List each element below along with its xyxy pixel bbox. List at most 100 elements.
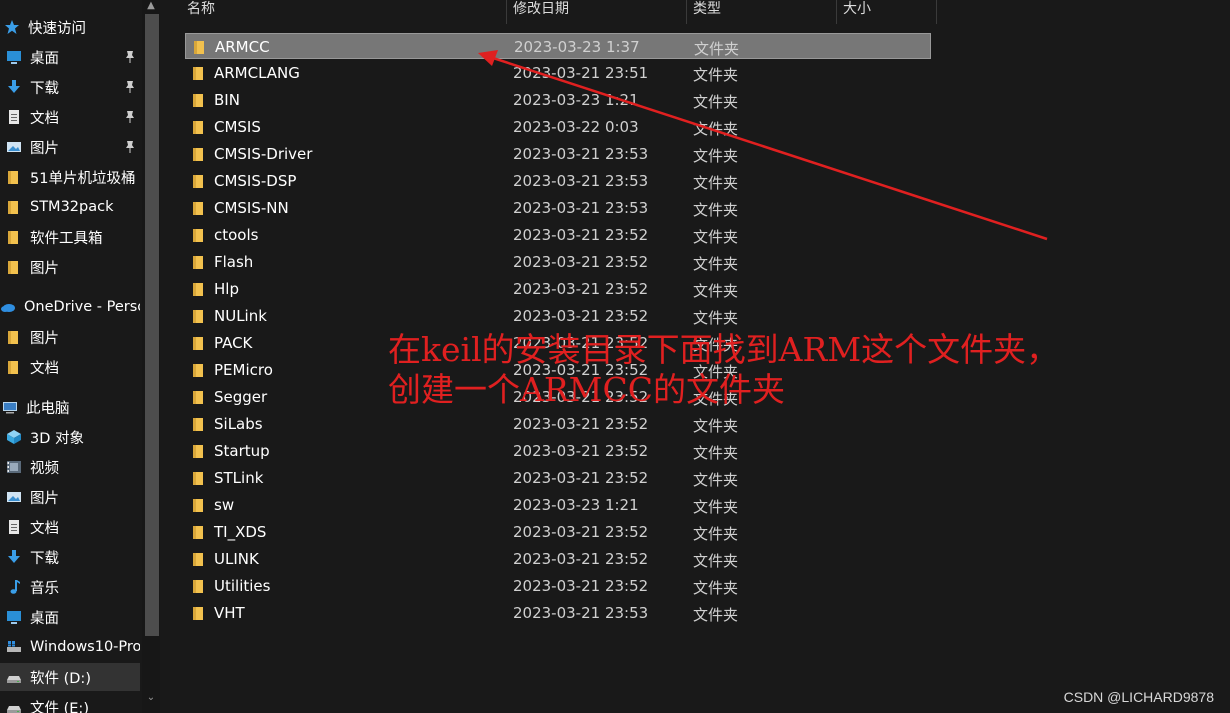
music-icon	[6, 579, 22, 595]
file-row[interactable]: SiLabs 2023-03-21 23:52 文件夹	[185, 411, 931, 437]
nav-item[interactable]: 软件工具箱	[0, 223, 140, 251]
file-row[interactable]: CMSIS 2023-03-22 0:03 文件夹	[185, 114, 931, 140]
sidebar-scrollbar[interactable]: ▲ ⌄	[142, 0, 160, 713]
nav-item[interactable]: 3D 对象	[0, 423, 140, 451]
file-row[interactable]: PACK 2023-03-21 23:52 文件夹	[185, 330, 931, 356]
scrollbar-thumb[interactable]	[145, 14, 159, 636]
file-row[interactable]: Utilities 2023-03-21 23:52 文件夹	[185, 573, 931, 599]
scroll-up-icon[interactable]: ▲	[145, 0, 157, 12]
folder-icon	[191, 551, 207, 567]
pin-icon	[124, 140, 136, 154]
nav-item-label: 3D 对象	[30, 430, 84, 447]
nav-item[interactable]: Windows10-Pro	[0, 633, 140, 661]
file-row[interactable]: CMSIS-DSP 2023-03-21 23:53 文件夹	[185, 168, 931, 194]
folder-icon	[191, 389, 207, 405]
folder-icon	[191, 281, 207, 297]
nav-item[interactable]: 桌面	[0, 43, 140, 71]
nav-item[interactable]: 文件 (E:)	[0, 693, 140, 713]
file-type: 文件夹	[693, 579, 739, 597]
download-icon	[6, 549, 22, 565]
file-date: 2023-03-21 23:52	[513, 469, 649, 487]
nav-item[interactable]: 下载	[0, 73, 140, 101]
file-name: Hlp	[214, 280, 239, 298]
column-header-name[interactable]: 名称	[181, 0, 507, 24]
nav-item[interactable]: 此电脑	[0, 393, 140, 421]
column-header-size[interactable]: 大小	[837, 0, 937, 24]
file-row[interactable]: ctools 2023-03-21 23:52 文件夹	[185, 222, 931, 248]
file-type: 文件夹	[693, 552, 739, 570]
folder-icon	[191, 578, 207, 594]
file-date: 2023-03-22 0:03	[513, 118, 639, 136]
video-icon	[6, 459, 22, 475]
file-row[interactable]: BIN 2023-03-23 1:21 文件夹	[185, 87, 931, 113]
nav-item-label: 图片	[30, 490, 59, 507]
nav-item[interactable]: 图片	[0, 483, 140, 511]
folder-icon	[6, 359, 22, 375]
nav-item-label: 图片	[30, 140, 59, 157]
nav-item[interactable]: 软件 (D:)	[0, 663, 140, 691]
nav-item[interactable]: 视频	[0, 453, 140, 481]
nav-item[interactable]: 快速访问	[0, 13, 140, 41]
scroll-down-icon[interactable]: ⌄	[145, 692, 157, 704]
file-row[interactable]: TI_XDS 2023-03-21 23:52 文件夹	[185, 519, 931, 545]
nav-item[interactable]: 桌面	[0, 603, 140, 631]
file-row[interactable]: Flash 2023-03-21 23:52 文件夹	[185, 249, 931, 275]
nav-item-label: 桌面	[30, 610, 59, 627]
nav-item[interactable]: 文档	[0, 513, 140, 541]
file-type: 文件夹	[693, 147, 739, 165]
nav-item[interactable]: 51单片机垃圾桶	[0, 163, 140, 191]
pin-icon	[124, 80, 136, 94]
nav-item-label: 音乐	[30, 580, 59, 597]
file-row[interactable]: sw 2023-03-23 1:21 文件夹	[185, 492, 931, 518]
file-date: 2023-03-21 23:52	[513, 226, 649, 244]
nav-item[interactable]: OneDrive - Personal	[0, 293, 140, 321]
nav-item[interactable]: 图片	[0, 133, 140, 161]
file-date: 2023-03-21 23:52	[513, 388, 649, 406]
file-name: Startup	[214, 442, 270, 460]
nav-item-label: 文档	[30, 360, 59, 377]
pin-icon	[124, 50, 136, 64]
file-row[interactable]: VHT 2023-03-21 23:53 文件夹	[185, 600, 931, 626]
nav-item[interactable]: 文档	[0, 353, 140, 381]
file-row[interactable]: Segger 2023-03-21 23:52 文件夹	[185, 384, 931, 410]
file-date: 2023-03-21 23:53	[513, 172, 649, 190]
folder-icon	[191, 497, 207, 513]
file-row[interactable]: CMSIS-Driver 2023-03-21 23:53 文件夹	[185, 141, 931, 167]
nav-item[interactable]: 文档	[0, 103, 140, 131]
nav-item[interactable]: 音乐	[0, 573, 140, 601]
column-header-type[interactable]: 类型	[687, 0, 837, 24]
desktop-icon	[6, 49, 22, 65]
file-name: ULINK	[214, 550, 259, 568]
nav-item[interactable]: STM32pack	[0, 193, 140, 221]
computer-icon	[2, 399, 18, 415]
folder-icon	[6, 229, 22, 245]
column-header-date[interactable]: 修改日期	[507, 0, 687, 24]
column-header-bar: 名称 修改日期 类型 大小	[162, 0, 1230, 24]
folder-icon	[6, 169, 22, 185]
file-row[interactable]: ARMCLANG 2023-03-21 23:51 文件夹	[185, 60, 931, 86]
file-row[interactable]: PEMicro 2023-03-21 23:52 文件夹	[185, 357, 931, 383]
file-row[interactable]: STLink 2023-03-21 23:52 文件夹	[185, 465, 931, 491]
nav-item-label: OneDrive - Personal	[24, 299, 140, 315]
file-row[interactable]: NULink 2023-03-21 23:52 文件夹	[185, 303, 931, 329]
folder-icon	[191, 227, 207, 243]
file-row[interactable]: Startup 2023-03-21 23:52 文件夹	[185, 438, 931, 464]
file-row[interactable]: Hlp 2023-03-21 23:52 文件夹	[185, 276, 931, 302]
nav-item[interactable]: 下载	[0, 543, 140, 571]
nav-item-label: 视频	[30, 460, 59, 477]
file-row[interactable]: CMSIS-NN 2023-03-21 23:53 文件夹	[185, 195, 931, 221]
nav-item[interactable]: 图片	[0, 323, 140, 351]
folder-icon	[6, 329, 22, 345]
file-type: 文件夹	[693, 66, 739, 84]
file-row[interactable]: ULINK 2023-03-21 23:52 文件夹	[185, 546, 931, 572]
file-type: 文件夹	[693, 93, 739, 111]
file-name: sw	[214, 496, 235, 514]
file-name: ARMCLANG	[214, 64, 300, 82]
file-row[interactable]: ARMCC 2023-03-23 1:37 文件夹	[185, 33, 931, 59]
nav-item-label: 下载	[30, 80, 59, 97]
nav-item[interactable]: 图片	[0, 253, 140, 281]
file-type: 文件夹	[693, 201, 739, 219]
file-date: 2023-03-21 23:52	[513, 550, 649, 568]
file-date: 2023-03-21 23:52	[513, 280, 649, 298]
file-type: 文件夹	[693, 363, 739, 381]
